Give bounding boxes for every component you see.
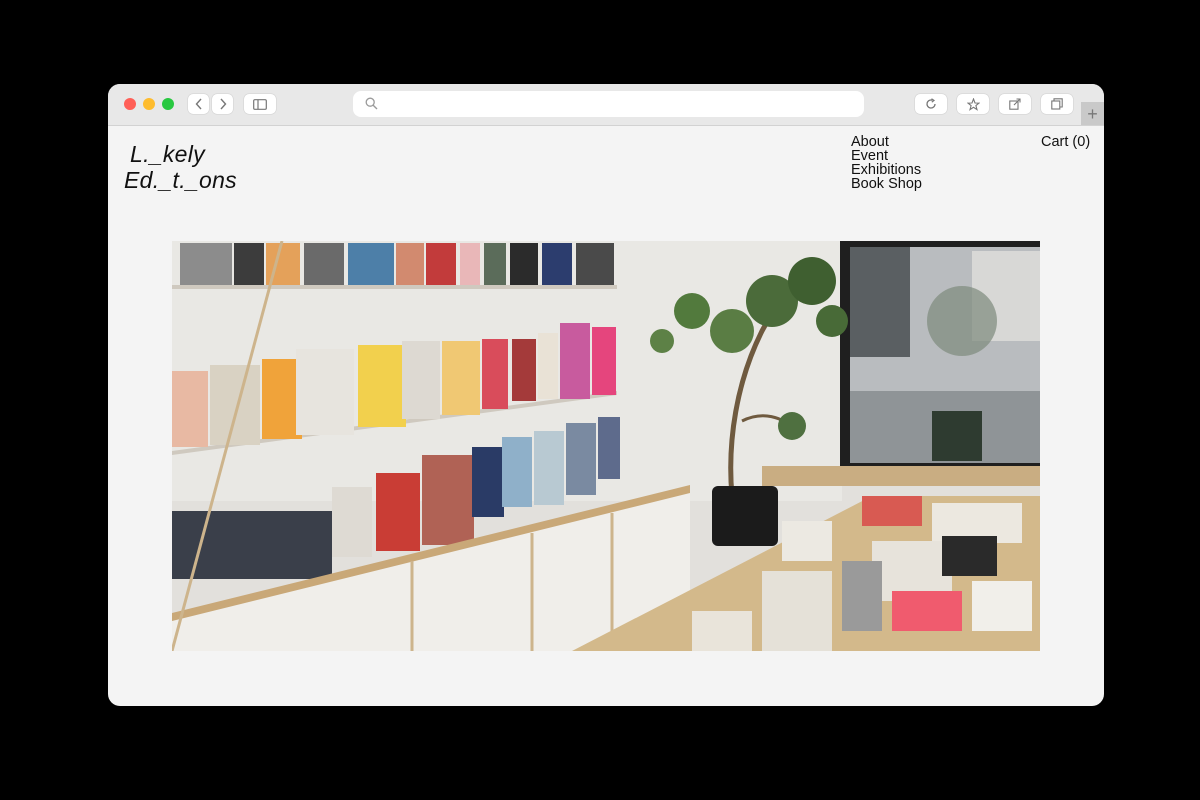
bookmark-button[interactable] [957,94,989,114]
cart-link[interactable]: Cart (0) [1041,135,1090,150]
reload-button[interactable] [915,94,947,114]
zoom-window-button[interactable] [162,98,174,110]
nav-exhibitions[interactable]: Exhibitions [851,163,922,178]
tabs-icon [1051,98,1063,110]
tabs-overview-button[interactable] [1041,94,1073,114]
new-tab-icon: + [1087,103,1098,124]
nav-event[interactable]: Event [851,149,922,164]
forward-button[interactable] [212,94,233,114]
browser-toolbar: + [108,84,1104,126]
nav-about[interactable]: About [851,135,922,150]
back-button[interactable] [188,94,209,114]
main-nav: About Event Exhibitions Book Shop [851,135,922,192]
hero-image [172,241,1040,651]
sidebar-button[interactable] [244,94,276,114]
back-icon [195,98,202,110]
sidebar-icon [253,98,267,110]
minimize-window-button[interactable] [143,98,155,110]
site-logo[interactable]: L._kely Ed._t._ons [124,141,237,193]
address-bar[interactable] [353,91,864,117]
share-button[interactable] [999,94,1031,114]
share-icon [1009,98,1021,110]
bookshop-interior-illustration [172,241,1040,651]
new-tab-button[interactable]: + [1081,102,1104,125]
forward-icon [219,98,226,110]
url-input[interactable] [385,94,849,116]
nav-book-shop[interactable]: Book Shop [851,177,922,192]
reload-icon [926,98,936,109]
logo-line-1: L._kely [130,141,205,167]
close-window-button[interactable] [124,98,136,110]
search-icon [365,97,378,110]
browser-window: + L._kely Ed._t._ons About Event Exhibit… [108,84,1104,706]
bookmark-star-icon [966,97,980,111]
logo-line-2: Ed._t._ons [124,167,237,193]
